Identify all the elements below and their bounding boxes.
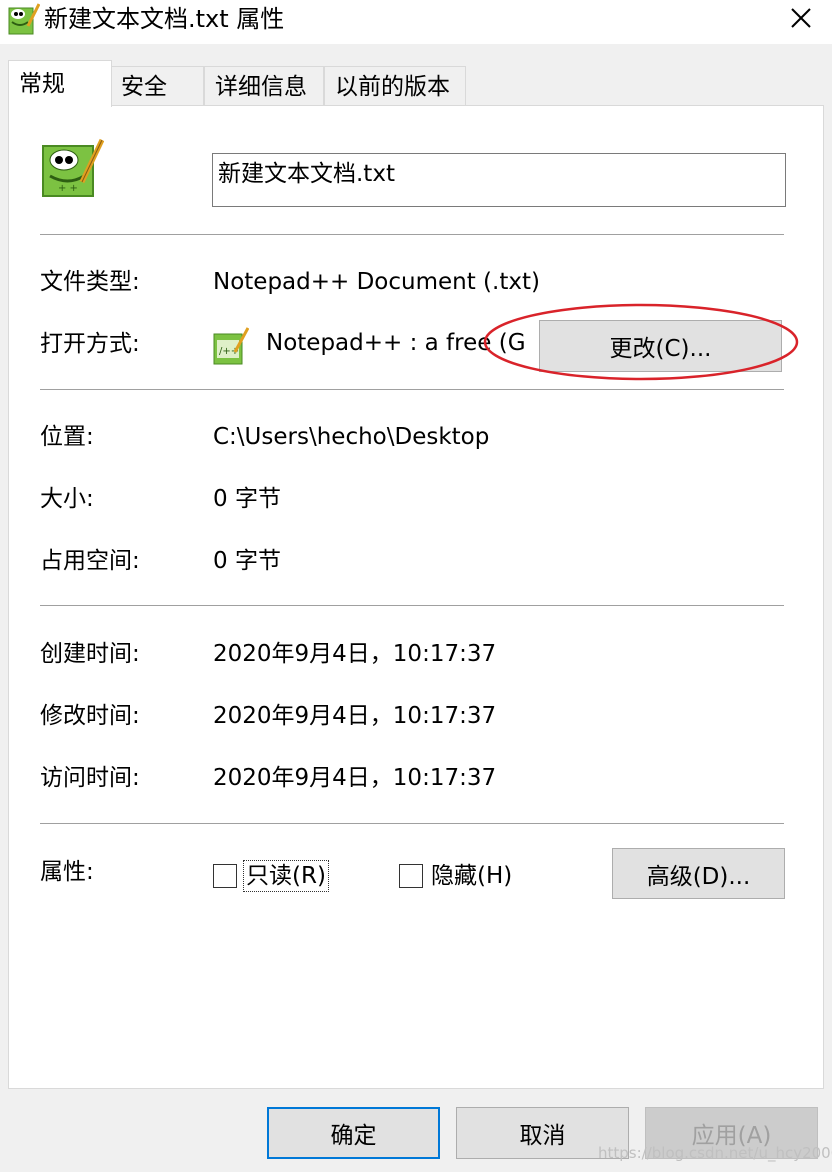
attributes-label: 属性:: [40, 859, 94, 885]
notepadpp-file-icon: [6, 2, 41, 36]
open-with-label: 打开方式:: [40, 331, 140, 357]
created-label: 创建时间:: [40, 641, 140, 667]
divider: [40, 234, 784, 235]
tab-security[interactable]: 安全: [110, 66, 204, 106]
disk-size-value: 0 字节: [213, 548, 281, 574]
divider: [40, 605, 784, 606]
location-value: C:\Users\hecho\Desktop: [213, 424, 490, 450]
tab-previous-versions[interactable]: 以前的版本: [324, 66, 466, 106]
size-label: 大小:: [40, 486, 94, 512]
close-button[interactable]: [776, 0, 826, 36]
tab-label: 以前的版本: [335, 74, 450, 100]
divider: [40, 823, 784, 824]
modified-label: 修改时间:: [40, 703, 140, 729]
file-type-value: Notepad++ Document (.txt): [213, 269, 540, 295]
close-icon: [791, 8, 811, 28]
tab-label: 详细信息: [215, 74, 307, 100]
hidden-label[interactable]: 隐藏(H): [431, 861, 512, 891]
size-value: 0 字节: [213, 486, 281, 512]
ok-button[interactable]: 确定: [267, 1107, 440, 1159]
accessed-label: 访问时间:: [40, 765, 140, 791]
filename-input[interactable]: 新建文本文档.txt: [212, 153, 786, 207]
watermark: https://blog.csdn.net/u_hcy2000: [598, 1144, 832, 1162]
tab-label: 常规: [19, 71, 65, 97]
disk-size-label: 占用空间:: [40, 548, 140, 574]
tab-general[interactable]: 常规: [8, 60, 112, 107]
location-label: 位置:: [40, 424, 94, 450]
notepadpp-file-icon: + +: [40, 136, 105, 200]
file-type-label: 文件类型:: [40, 269, 140, 295]
readonly-label[interactable]: 只读(R): [243, 860, 329, 892]
highlight-annotation: [482, 302, 800, 382]
tab-details[interactable]: 详细信息: [204, 66, 324, 106]
tab-label: 安全: [121, 74, 167, 100]
created-value: 2020年9月4日，10:17:37: [213, 641, 497, 667]
accessed-value: 2020年9月4日，10:17:37: [213, 765, 497, 791]
hidden-checkbox[interactable]: [399, 864, 423, 888]
window-title: 新建文本文档.txt 属性: [44, 5, 285, 33]
modified-value: 2020年9月4日，10:17:37: [213, 703, 497, 729]
advanced-button[interactable]: 高级(D)...: [612, 848, 785, 899]
readonly-checkbox[interactable]: [213, 864, 237, 888]
divider: [40, 389, 784, 390]
svg-text:+ +: + +: [58, 183, 78, 194]
notepadpp-app-icon: /++: [213, 326, 250, 366]
general-panel: [8, 105, 824, 1089]
